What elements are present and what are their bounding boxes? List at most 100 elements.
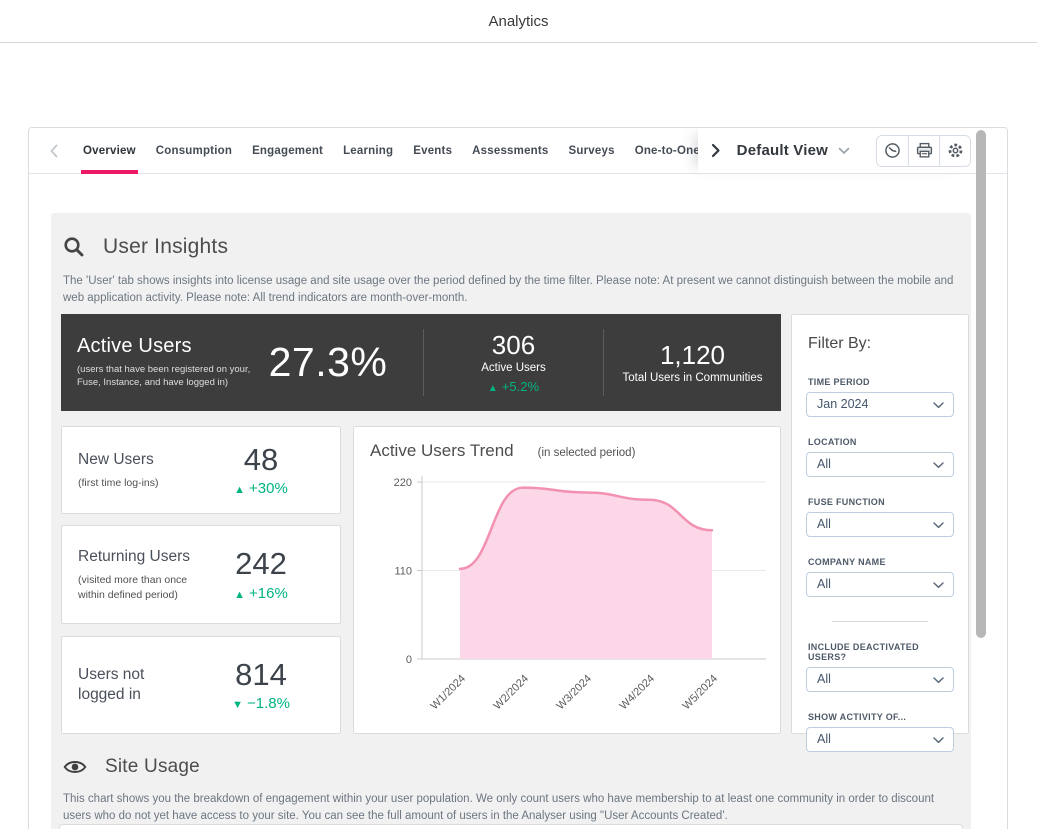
user-insights-description: The 'User' tab shows insights into licen… <box>63 273 959 308</box>
chevron-down-icon <box>933 402 944 409</box>
gear-icon <box>947 142 964 159</box>
stat-value: 814 <box>196 658 326 692</box>
filter-select-fuse-function[interactable]: All <box>806 512 954 537</box>
app-header: Analytics <box>0 0 1037 43</box>
trend-up-icon: ▲ <box>234 484 245 496</box>
svg-text:W3/2024: W3/2024 <box>555 673 595 713</box>
trend-chart: 0110220W1/2024W2/2024W3/2024W4/2024W5/20… <box>354 427 782 735</box>
clock-icon <box>884 142 901 159</box>
svg-text:0: 0 <box>406 654 412 666</box>
active-users-count: 306 <box>492 331 535 360</box>
tab-events[interactable]: Events <box>403 128 462 174</box>
svg-text:W5/2024: W5/2024 <box>681 673 721 713</box>
site-usage-header: Site Usage <box>63 756 200 778</box>
tab-learning[interactable]: Learning <box>333 128 403 174</box>
banner-active-users: 306 Active Users ▲+5.2% <box>424 314 603 411</box>
filter-select-value: All <box>817 573 831 596</box>
filter-panel-title: Filter By: <box>808 335 954 353</box>
banner-total-users: 1,120 Total Users in Communities <box>604 314 781 411</box>
chevron-down-icon <box>933 737 944 744</box>
stat-card-new-users: New Users (first time log-ins) 48 ▲ +30% <box>61 426 341 514</box>
stat-numbers: 242 ▲ +16% <box>196 547 326 601</box>
stat-subtitle: (first time log-ins) <box>78 476 190 490</box>
stat-subtitle: (visited more than once within defined p… <box>78 573 190 601</box>
stat-trend: ▲ +16% <box>196 585 326 602</box>
active-users-trend: ▲+5.2% <box>488 379 539 394</box>
tab-assessments[interactable]: Assessments <box>462 128 558 174</box>
filter-group-company-name: COMPANY NAMEAll <box>806 557 954 597</box>
stat-title: New Users <box>78 450 190 470</box>
clock-button[interactable] <box>877 136 908 166</box>
view-selector[interactable]: Default View <box>737 142 850 159</box>
stat-card-users-not-logged-in: Users not logged in814 ▼−1.8% <box>61 636 341 734</box>
stat-value: 242 <box>196 547 326 581</box>
filter-group-include-deactivated-users: INCLUDE DEACTIVATED USERS?All <box>806 642 954 692</box>
filter-group-show-activity-of: SHOW ACTIVITY OF... All <box>806 712 954 752</box>
chevron-right-icon[interactable] <box>710 143 721 158</box>
filter-select-company-name[interactable]: All <box>806 572 954 597</box>
active-users-banner: Active Users (users that have been regis… <box>61 314 781 411</box>
chevron-down-icon <box>933 677 944 684</box>
filter-select-time-period[interactable]: Jan 2024 <box>806 392 954 417</box>
filter-select-location[interactable]: All <box>806 452 954 477</box>
tab-bar: OverviewConsumptionEngagementLearningEve… <box>29 128 1007 174</box>
stat-text: Returning Users(visited more than once w… <box>78 547 196 601</box>
filter-select-include-deactivated-users[interactable]: All <box>806 667 954 692</box>
filter-select-value: All <box>817 453 831 476</box>
filter-divider <box>832 621 928 622</box>
stat-trend-value: +30% <box>249 480 288 497</box>
search-icon <box>63 236 85 258</box>
filter-select-show-activity-of[interactable]: All <box>806 727 954 752</box>
stat-title: Users not logged in <box>78 665 190 705</box>
stat-card-returning-users: Returning Users(visited more than once w… <box>61 525 341 624</box>
page-title: Analytics <box>488 13 548 30</box>
filter-select-value: All <box>817 513 831 536</box>
svg-text:W1/2024: W1/2024 <box>429 673 469 713</box>
filter-select-value: All <box>817 728 831 751</box>
stat-value: 48 <box>196 443 326 477</box>
stat-numbers: 814 ▼−1.8% <box>196 658 326 712</box>
chevron-down-icon <box>838 147 850 155</box>
view-selector-label: Default View <box>737 142 828 159</box>
stat-trend: ▼−1.8% <box>196 695 326 712</box>
stat-trend-value: +16% <box>249 585 288 602</box>
tab-surveys[interactable]: Surveys <box>559 128 625 174</box>
toolbar-icon-group <box>876 135 971 167</box>
svg-text:W2/2024: W2/2024 <box>492 673 532 713</box>
stat-trend: ▲ +30% <box>196 480 326 497</box>
filter-groups: TIME PERIODJan 2024 LOCATION All FUSE FUNCT… <box>806 377 954 752</box>
banner-subtitle: (users that have been registered on your… <box>77 364 251 390</box>
tabbar-right-controls: Default View <box>698 128 971 173</box>
stat-text: New Users (first time log-ins) <box>78 450 196 490</box>
filter-label: LOCATION <box>808 437 954 447</box>
trend-up-icon: ▲ <box>488 383 498 394</box>
trend-up-icon: ▲ <box>234 589 245 601</box>
filter-group-time-period: TIME PERIODJan 2024 <box>806 377 954 417</box>
analytics-panel: OverviewConsumptionEngagementLearningEve… <box>28 127 1008 829</box>
filter-label: SHOW ACTIVITY OF... <box>808 712 954 722</box>
svg-text:220: 220 <box>394 477 412 489</box>
settings-button[interactable] <box>939 136 970 166</box>
site-usage-description: This chart shows you the breakdown of en… <box>63 791 959 826</box>
active-users-percentage: 27.3% <box>251 339 423 386</box>
vertical-scrollbar[interactable] <box>976 130 986 638</box>
tab-engagement[interactable]: Engagement <box>242 128 333 174</box>
banner-title: Active Users <box>77 335 251 358</box>
chevron-down-icon <box>933 582 944 589</box>
chevron-left-icon[interactable] <box>49 144 59 158</box>
filter-panel: Filter By: TIME PERIODJan 2024 LOCATION Al… <box>791 314 969 734</box>
chevron-down-icon <box>933 522 944 529</box>
tab-overview[interactable]: Overview <box>73 128 146 174</box>
svg-text:110: 110 <box>394 566 412 578</box>
print-button[interactable] <box>908 136 939 166</box>
tabs-strip: OverviewConsumptionEngagementLearningEve… <box>73 128 711 174</box>
user-insights-section: User Insights The 'User' tab shows insig… <box>51 213 971 829</box>
tab-consumption[interactable]: Consumption <box>146 128 242 174</box>
active-users-trend-card: Active Users Trend (in selected period) … <box>353 426 781 734</box>
stat-text: Users not logged in <box>78 665 196 705</box>
banner-left: Active Users (users that have been regis… <box>61 314 423 411</box>
total-users-count: 1,120 <box>660 341 725 370</box>
site-usage-title: Site Usage <box>105 756 200 778</box>
filter-label: FUSE FUNCTION <box>808 497 954 507</box>
active-users-label: Active Users <box>481 362 546 374</box>
